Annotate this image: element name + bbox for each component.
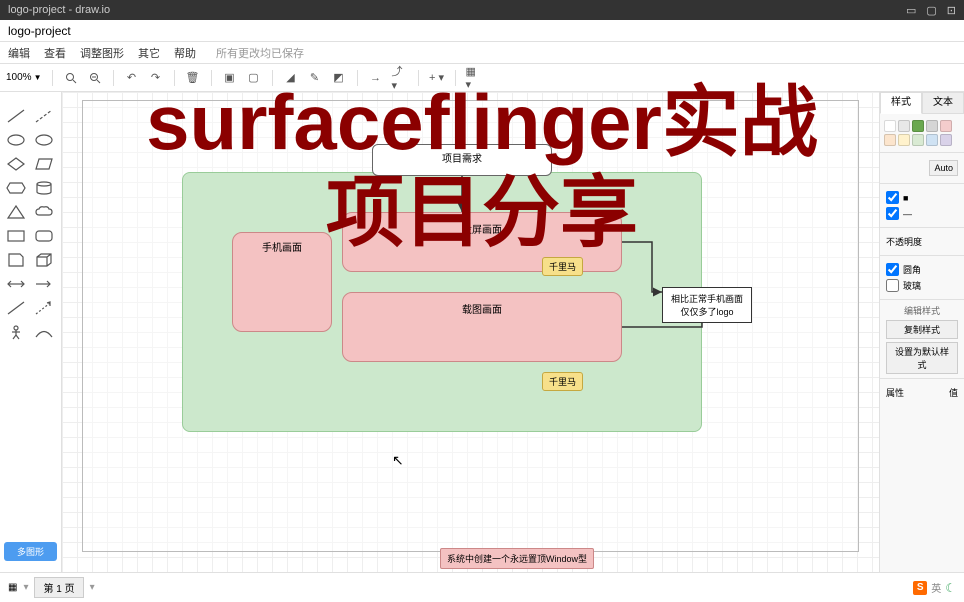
titlebar-control-1[interactable]: ▭ — [906, 4, 916, 17]
opacity-label: 不透明度 — [886, 235, 922, 248]
shape-roundrect[interactable] — [32, 226, 56, 246]
color-swatch[interactable] — [898, 134, 910, 146]
node-tag-2[interactable]: 千里马 — [542, 372, 583, 391]
waypoints-icon[interactable]: ⤴ ▾ — [392, 70, 408, 86]
page-prev-icon[interactable]: ▾ — [23, 582, 28, 593]
fill-icon[interactable]: ◢ — [283, 70, 299, 86]
checkbox-rounded[interactable] — [886, 263, 899, 276]
shape-dashline[interactable] — [32, 106, 56, 126]
menu-edit[interactable]: 编辑 — [8, 45, 30, 61]
shape-arrow-r[interactable] — [32, 274, 56, 294]
zoom-control[interactable]: 100% ▼ — [6, 72, 42, 83]
shape-rect[interactable] — [4, 226, 28, 246]
auto-button[interactable]: Auto — [929, 160, 958, 176]
page-tab-1[interactable]: 第 1 页 — [34, 577, 83, 598]
color-swatches — [880, 114, 964, 152]
bottom-bar: ▦ ▾ 第 1 页 ▾ S 英 ☾ — [0, 572, 964, 602]
shape-cylinder[interactable] — [32, 178, 56, 198]
node-tag-1[interactable]: 千里马 — [542, 257, 583, 276]
filename-text[interactable]: logo-project — [8, 24, 71, 38]
note-bottom[interactable]: 系统中创建一个永远置顶Window型 — [440, 548, 594, 569]
window-title: logo-project - draw.io — [8, 4, 110, 16]
ime-lang-label: 英 — [931, 580, 941, 595]
shape-arrow-dash[interactable] — [32, 298, 56, 318]
set-default-button[interactable]: 设置为默认样式 — [886, 342, 958, 374]
shape-ellipse[interactable] — [4, 130, 28, 150]
table-icon[interactable]: ▦ ▾ — [466, 70, 482, 86]
toback-icon[interactable]: ▢ — [246, 70, 262, 86]
shape-cloud[interactable] — [32, 202, 56, 222]
node-result[interactable]: 相比正常手机画面仅仅多了logo — [662, 287, 752, 323]
more-shapes-button[interactable]: 多图形 — [4, 542, 57, 561]
menu-help[interactable]: 帮助 — [174, 45, 196, 61]
ime-moon-icon[interactable]: ☾ — [945, 581, 956, 595]
zoom-out-icon[interactable] — [87, 70, 103, 86]
right-panel: 样式 文本 Auto ■ — 不透明度 圆角 玻璃 — [879, 92, 964, 572]
page-add-icon[interactable]: ▾ — [90, 582, 95, 593]
menu-view[interactable]: 查看 — [44, 45, 66, 61]
tofront-icon[interactable]: ▣ — [222, 70, 238, 86]
shape-triangle[interactable] — [4, 202, 28, 222]
color-swatch[interactable] — [926, 120, 938, 132]
redo-icon[interactable]: ↷ — [148, 70, 164, 86]
filename-bar: logo-project — [0, 20, 964, 42]
tab-text[interactable]: 文本 — [922, 92, 964, 114]
color-swatch[interactable] — [898, 120, 910, 132]
pages-icon[interactable]: ▦ — [8, 582, 17, 593]
undo-icon[interactable]: ↶ — [124, 70, 140, 86]
toolbar: 100% ▼ ↶ ↷ 🗑 ▣ ▢ ◢ ✎ ◩ → ⤴ ▾ + ▾ ▦ ▾ — [0, 64, 964, 92]
color-swatch[interactable] — [940, 134, 952, 146]
ime-indicator-s[interactable]: S — [913, 581, 927, 595]
canvas-area[interactable]: 项目需求 投屏画面 载图画面 手机画面 千里马 千里马 相比正常手机画面仅仅多了… — [62, 92, 879, 572]
connection-icon[interactable]: → — [368, 70, 384, 86]
tab-style[interactable]: 样式 — [880, 92, 922, 114]
node-requirement[interactable]: 项目需求 — [372, 144, 552, 176]
color-swatch[interactable] — [912, 134, 924, 146]
menu-bar: 编辑 查看 调整图形 其它 帮助 所有更改均已保存 — [0, 42, 964, 64]
copy-style-button[interactable]: 复制样式 — [886, 320, 958, 339]
val-label: 值 — [949, 386, 958, 399]
shape-line[interactable] — [4, 106, 28, 126]
shapes-panel: 多图形 — [0, 92, 62, 572]
checkbox-placeholder[interactable] — [886, 191, 899, 204]
shape-curve[interactable] — [32, 322, 56, 342]
shape-doc[interactable] — [4, 250, 28, 270]
checkbox-line[interactable] — [886, 207, 899, 220]
shape-parallelogram[interactable] — [32, 154, 56, 174]
node-phone[interactable]: 手机画面 — [232, 232, 332, 332]
color-swatch[interactable] — [940, 120, 952, 132]
menu-extras[interactable]: 其它 — [138, 45, 160, 61]
color-swatch[interactable] — [884, 120, 896, 132]
shadow-icon[interactable]: ◩ — [331, 70, 347, 86]
shape-ellipse2[interactable] — [32, 130, 56, 150]
cursor-icon: ↖ — [392, 452, 404, 469]
shape-hexagon[interactable] — [4, 178, 28, 198]
props-label: 属性 — [886, 386, 945, 399]
edit-label: 编辑样式 — [886, 304, 958, 317]
delete-icon[interactable]: 🗑 — [185, 70, 201, 86]
shape-arrow-bi[interactable] — [4, 274, 28, 294]
color-swatch[interactable] — [912, 120, 924, 132]
shape-line-thin[interactable] — [4, 298, 28, 318]
checkbox-glass[interactable] — [886, 279, 899, 292]
menu-arrange[interactable]: 调整图形 — [80, 45, 124, 61]
shape-cube[interactable] — [32, 250, 56, 270]
shape-diamond[interactable] — [4, 154, 28, 174]
line-icon[interactable]: ✎ — [307, 70, 323, 86]
titlebar-control-2[interactable]: ▢ — [926, 4, 936, 17]
color-swatch[interactable] — [926, 134, 938, 146]
color-swatch[interactable] — [884, 134, 896, 146]
saved-status: 所有更改均已保存 — [216, 45, 304, 61]
shape-actor[interactable] — [4, 322, 28, 342]
window-titlebar: logo-project - draw.io ▭ ▢ ⊡ — [0, 0, 964, 20]
zoom-in-icon[interactable] — [63, 70, 79, 86]
insert-icon[interactable]: + ▾ — [429, 70, 445, 86]
titlebar-control-3[interactable]: ⊡ — [947, 4, 956, 17]
node-screenshot[interactable]: 载图画面 — [342, 292, 622, 362]
